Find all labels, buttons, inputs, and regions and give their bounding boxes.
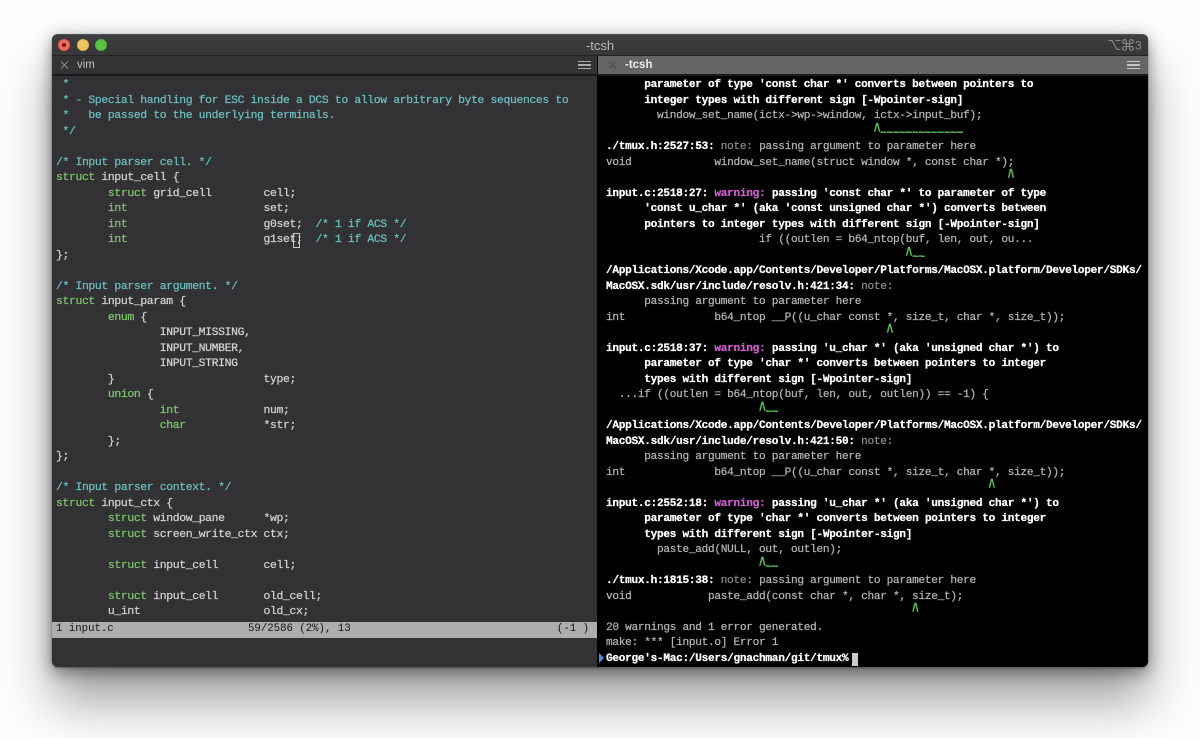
svg-text:3: 3 (1135, 39, 1142, 53)
